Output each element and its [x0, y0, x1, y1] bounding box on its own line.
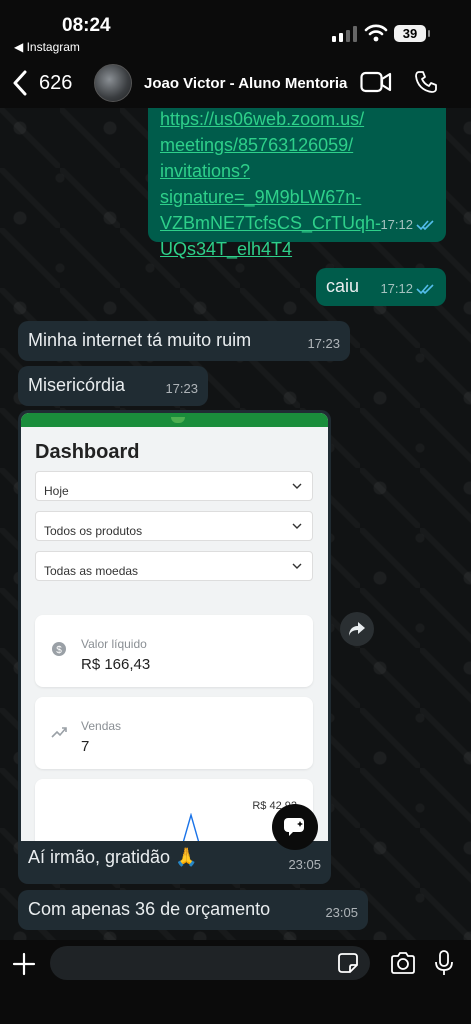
message-text: caiu [326, 276, 360, 296]
message-meta: 17:23 [165, 377, 198, 400]
input-bar [0, 940, 471, 1024]
dashboard-title: Dashboard [35, 441, 140, 463]
plus-icon[interactable] [12, 952, 36, 976]
video-call-icon[interactable] [360, 71, 392, 93]
chat-area[interactable]: https://us06web.zoom.us/ meetings/857631… [0, 108, 471, 940]
forward-button[interactable] [340, 612, 374, 646]
chart-line [182, 813, 200, 841]
meta-ai-button[interactable] [272, 804, 318, 850]
chevron-down-icon [292, 523, 302, 529]
message-time: 17:12 [380, 281, 413, 296]
green-strip [21, 413, 328, 427]
read-ticks-icon [416, 283, 434, 294]
card-value: 7 [81, 738, 90, 755]
chevron-down-icon [292, 483, 302, 489]
card-value: R$ 166,43 [81, 656, 151, 673]
filter-value: Hoje [44, 484, 69, 498]
dollar-coin-icon: $ [52, 642, 66, 656]
message-time: 17:23 [307, 336, 340, 351]
forward-arrow-icon [349, 622, 365, 636]
status-bar: 08:24 ◀ Instagram 39 [0, 0, 471, 56]
message-meta: 17:12 [380, 213, 436, 236]
message-input[interactable] [50, 946, 370, 980]
microphone-icon[interactable] [435, 950, 453, 976]
message-bubble-budget[interactable]: Com apenas 36 de orçamento 23:05 [18, 890, 368, 930]
message-meta: 23:05 [325, 901, 358, 924]
contact-avatar[interactable] [94, 64, 132, 102]
trend-up-icon [51, 727, 67, 738]
contact-name[interactable]: Joao Victor - Aluno Mentoria [144, 75, 347, 92]
filter-products: Todos os produtos [35, 511, 313, 541]
camera-icon[interactable] [390, 952, 416, 974]
message-text: Aí irmão, gratidão 🙏 [28, 847, 198, 867]
chat-header: 626 Joao Victor - Aluno Mentoria [0, 56, 471, 108]
chevron-down-icon [292, 563, 302, 569]
read-ticks-icon [416, 219, 434, 230]
phone-call-icon[interactable] [414, 70, 438, 94]
message-bubble-link[interactable]: https://us06web.zoom.us/ meetings/857631… [148, 108, 446, 259]
message-bubble-internet[interactable]: Minha internet tá muito ruim 17:23 [18, 321, 350, 361]
message-text: Com apenas 36 de orçamento [28, 899, 271, 919]
filter-value: Todas as moedas [44, 564, 139, 578]
card-net-value: $ Valor líquido R$ 166,43 [35, 615, 313, 687]
cellular-signal-icon [332, 26, 357, 42]
back-chevron-icon[interactable] [12, 70, 28, 96]
message-meta: 17:12 [380, 277, 436, 300]
svg-text:$: $ [56, 645, 62, 656]
card-chart: R$ 42,92 [35, 779, 313, 841]
wifi-icon [364, 24, 388, 42]
message-time: 17:23 [165, 381, 198, 396]
battery-indicator: 39 [394, 25, 426, 42]
card-sales: Vendas 7 [35, 697, 313, 769]
unread-count[interactable]: 626 [39, 72, 72, 95]
zoom-link[interactable]: https://us06web.zoom.us/ meetings/857631… [160, 108, 434, 262]
message-meta: 23:05 [288, 853, 321, 876]
filter-currency: Todas as moedas [35, 551, 313, 581]
message-text: Misericórdia [28, 375, 126, 395]
battery-tip [428, 30, 430, 37]
strip-notch [171, 417, 185, 423]
message-time: 17:12 [380, 217, 413, 232]
sticker-icon[interactable] [338, 953, 358, 973]
sticker-chat-icon [284, 818, 304, 836]
message-text: Minha internet tá muito ruim [28, 330, 252, 350]
message-bubble-caiu[interactable]: caiu 17:12 [316, 268, 446, 306]
filter-value: Todos os produtos [44, 524, 143, 538]
filter-period: Hoje [35, 471, 313, 501]
message-time: 23:05 [325, 905, 358, 920]
message-meta: 17:23 [307, 332, 340, 355]
clock: 08:24 [62, 15, 111, 36]
message-time: 23:05 [288, 857, 321, 872]
message-bubble-misericordia[interactable]: Misericórdia 17:23 [18, 366, 208, 406]
back-to-instagram-link[interactable]: ◀ Instagram [14, 40, 80, 54]
dashboard-screenshot-image[interactable]: Dashboard Hoje Todos os produtos Todas a… [21, 413, 328, 841]
